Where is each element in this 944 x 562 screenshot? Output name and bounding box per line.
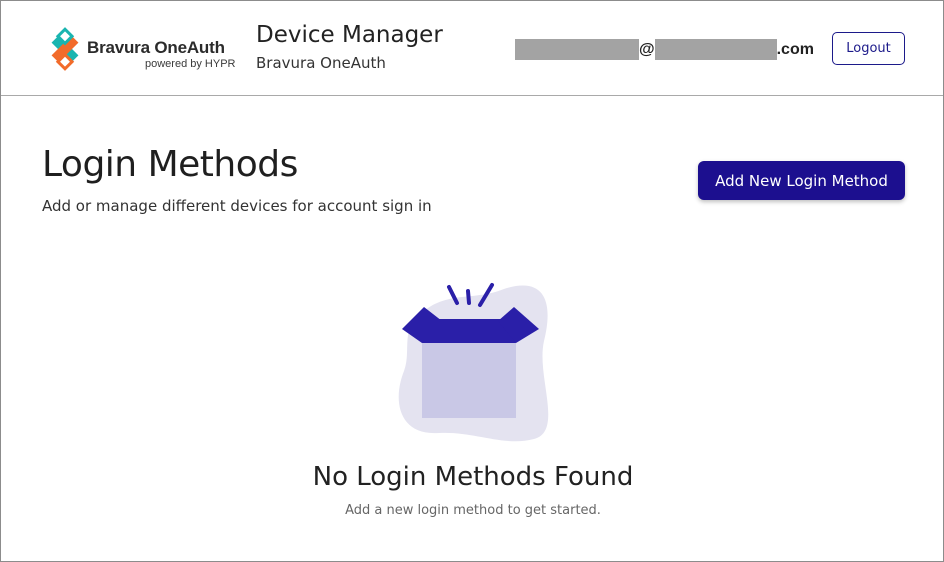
logout-button[interactable]: Logout	[832, 32, 905, 65]
redacted-domain	[654, 39, 777, 60]
open-box-icon	[398, 283, 549, 442]
empty-state-title: No Login Methods Found	[312, 462, 634, 492]
redacted-username	[515, 39, 639, 60]
app-subtitle: Bravura OneAuth	[256, 54, 386, 72]
logo-tagline: powered by HYPR	[145, 58, 236, 70]
brand-logo[interactable]: Bravura OneAuth powered by HYPR	[45, 27, 241, 73]
email-suffix: .com	[776, 40, 814, 58]
logo-name: Bravura OneAuth	[87, 38, 225, 57]
spark-middle	[466, 289, 471, 305]
page-title: Login Methods	[42, 144, 298, 185]
email-at: @	[639, 40, 655, 58]
app-title: Device Manager	[256, 22, 443, 48]
empty-state-message: Add a new login method to get started.	[345, 503, 601, 518]
box-body	[422, 343, 516, 418]
app-window: Bravura OneAuth powered by HYPR Device M…	[0, 0, 944, 562]
user-email: @ .com	[515, 39, 814, 60]
bravura-logo-icon	[51, 27, 79, 71]
page-subtitle: Add or manage different devices for acco…	[42, 197, 432, 215]
add-login-method-button[interactable]: Add New Login Method	[698, 161, 905, 200]
top-header: Bravura OneAuth powered by HYPR Device M…	[1, 1, 943, 96]
empty-state-illustration	[394, 281, 554, 451]
